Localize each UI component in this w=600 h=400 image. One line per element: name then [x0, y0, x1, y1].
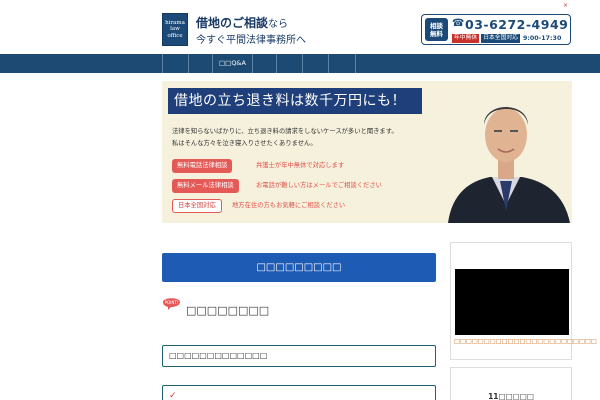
phone-number[interactable]: 03-6272-4949 — [465, 17, 568, 32]
logo[interactable]: hirama law office — [162, 13, 188, 46]
checkbox-field[interactable]: ✓ — [162, 385, 436, 400]
sidebar-box: 11□□□□□ — [450, 367, 572, 400]
hero-body: 法律を知らないばかりに、立ち退き料の請求をしないケースが多いと聞きます。 私はそ… — [172, 126, 398, 149]
cta-text: 弁護士が年中無休で対応します — [256, 162, 345, 169]
hours-time: 9:00-17:30 — [523, 35, 562, 42]
nav-item-6[interactable] — [302, 54, 328, 73]
hero-body-line: 私はそんな方々を泣き寝入りさせたくありません。 — [172, 139, 317, 147]
tagline-suffix: なら — [268, 19, 289, 30]
header-tagline: 借地のご相談なら — [196, 14, 288, 31]
text-input[interactable]: □□□□□□□□□□□□□ — [162, 345, 436, 367]
nav-item-5[interactable] — [276, 54, 302, 73]
sidebar-box-title: 11□□□□□ — [488, 392, 534, 400]
lawyer-portrait — [448, 107, 570, 223]
check-icon[interactable]: ✓ — [169, 391, 177, 400]
hero-title: 借地の立ち退き料は数千万円にも！ — [168, 88, 422, 114]
point-label: POINT! — [165, 300, 179, 305]
tagline-main: 借地のご相談 — [196, 16, 269, 30]
sidebar-video-box: □□□□□□□□□□□□□□□□□□□□□□□□ — [450, 242, 597, 360]
free-badge-line: 無料 — [430, 30, 443, 38]
hours-chip-nationwide: 日本全国対応 — [481, 34, 520, 43]
phone-contact-box[interactable]: 相談 無料 ☎ 03-6272-4949 年中無休 日本全国対応 9:00-17… — [421, 14, 571, 45]
cta-badge[interactable]: 無料電話法律相談 — [172, 159, 233, 173]
point-icon: POINT! — [163, 298, 180, 310]
free-consultation-badge: 相談 無料 — [425, 18, 448, 41]
close-icon[interactable]: × — [563, 2, 568, 9]
cta-badge[interactable]: 無料メール法律相談 — [172, 179, 239, 193]
cta-text: 地方在住の方もお気軽にご相談ください — [232, 202, 346, 209]
video-caption[interactable]: □□□□□□□□□□□□□□□□□□□□□□□□ — [454, 338, 597, 345]
nav-item-7[interactable] — [328, 54, 356, 73]
header-subtagline: 今すぐ平間法律事務所へ — [196, 35, 306, 46]
page: × hirama law office 借地のご相談なら 今すぐ平間法律事務所へ… — [0, 0, 600, 400]
main-nav: □□Q&A — [0, 54, 600, 73]
business-hours: 年中無休 日本全国対応 9:00-17:30 — [452, 34, 561, 43]
free-badge-line: 相談 — [430, 22, 443, 30]
cta-badge[interactable]: 日本全国対応 — [172, 199, 222, 213]
cta-mail-consultation[interactable]: 無料メール法律相談 お電話が難しい方はメールでご相談ください — [172, 179, 422, 193]
nav-item-4[interactable] — [252, 54, 276, 73]
nav-item-1[interactable] — [162, 54, 188, 73]
cta-nationwide[interactable]: 日本全国対応 地方在住の方もお気軽にご相談ください — [172, 199, 422, 213]
phone-icon: ☎ — [452, 18, 465, 29]
video-player[interactable] — [455, 269, 569, 335]
nav-item-2[interactable] — [188, 54, 212, 73]
cta-phone-consultation[interactable]: 無料電話法律相談 弁護士が年中無休で対応します — [172, 159, 422, 173]
nav-item-qa[interactable]: □□Q&A — [212, 54, 252, 73]
hours-chip-open-all-year: 年中無休 — [452, 34, 480, 43]
hero-body-line: 法律を知らないばかりに、立ち退き料の請求をしないケースが多いと聞きます。 — [172, 128, 398, 135]
section-heading: □□□□□□□□ — [186, 304, 270, 317]
nav-items: □□Q&A — [162, 54, 356, 73]
consultation-button[interactable]: □□□□□□□□□ — [162, 253, 436, 282]
cta-text: お電話が難しい方はメールでご相談ください — [256, 182, 382, 189]
site-header: × hirama law office 借地のご相談なら 今すぐ平間法律事務所へ… — [0, 0, 600, 54]
hero-banner: 借地の立ち退き料は数千万円にも！ 法律を知らないばかりに、立ち退き料の請求をしな… — [162, 81, 572, 223]
logo-line: office — [167, 32, 183, 39]
